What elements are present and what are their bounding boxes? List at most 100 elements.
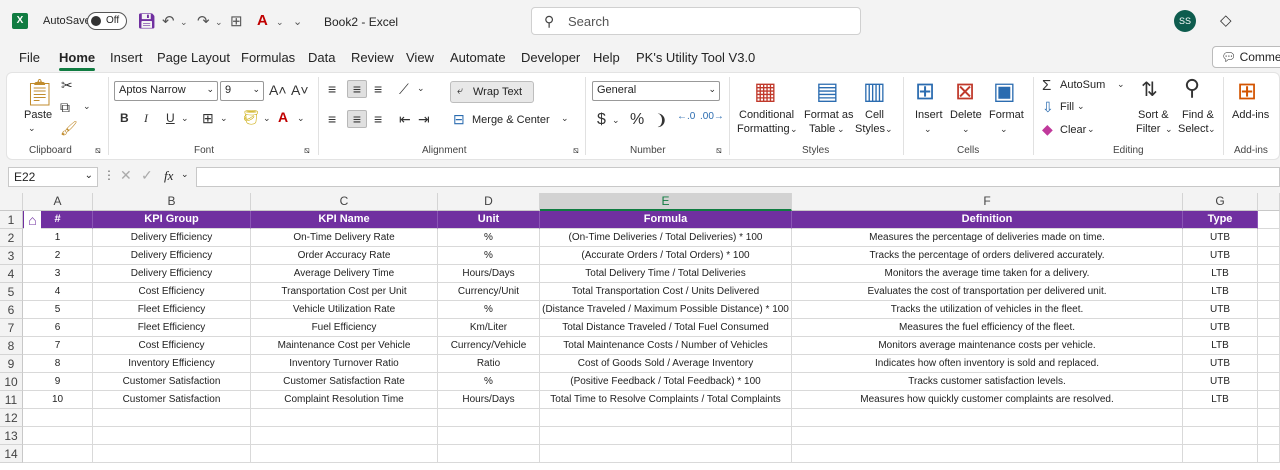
- cell-styles-icon[interactable]: ▥: [863, 77, 886, 106]
- worksheet-grid[interactable]: A B C D E F G 1 # KPI Group KPI Name Unit Formula Def…: [0, 193, 1280, 470]
- format-as-table-label-1[interactable]: Format as: [804, 109, 854, 121]
- more-options-icon[interactable]: ⋮: [103, 168, 115, 182]
- clear-icon[interactable]: ◆: [1042, 121, 1053, 138]
- conditional-formatting-label-1[interactable]: Conditional: [739, 109, 794, 121]
- table-cell[interactable]: Measures how quickly customer complaints…: [792, 391, 1183, 409]
- row-header-4[interactable]: 4: [0, 265, 23, 283]
- comments-button[interactable]: 💬︎ Commen: [1212, 46, 1280, 68]
- table-cell[interactable]: [1258, 445, 1280, 463]
- align-center-icon[interactable]: ≡: [347, 110, 367, 128]
- row-header-3[interactable]: 3: [0, 247, 23, 265]
- table-cell[interactable]: [1258, 265, 1280, 283]
- table-cell[interactable]: UTB: [1183, 319, 1258, 337]
- home-icon[interactable]: ⌂: [24, 211, 41, 229]
- table-cell[interactable]: Fuel Efficiency: [251, 319, 438, 337]
- table-cell[interactable]: [1258, 427, 1280, 445]
- table-cell[interactable]: [792, 445, 1183, 463]
- table-cell[interactable]: Cost of Goods Sold / Average Inventory: [540, 355, 792, 373]
- table-cell[interactable]: [23, 427, 93, 445]
- conditional-dropdown-icon[interactable]: ⌄: [790, 124, 798, 135]
- table-cell[interactable]: [438, 445, 540, 463]
- table-cell[interactable]: Total Distance Traveled / Total Fuel Con…: [540, 319, 792, 337]
- column-header-g[interactable]: G: [1183, 193, 1258, 211]
- table-cell[interactable]: 9: [23, 373, 93, 391]
- table-cell[interactable]: 1: [23, 229, 93, 247]
- tab-file[interactable]: File: [19, 50, 40, 65]
- row-header-1[interactable]: 1: [0, 211, 23, 229]
- table-cell[interactable]: LTB: [1183, 337, 1258, 355]
- tab-home[interactable]: Home: [59, 50, 96, 71]
- italic-button[interactable]: I: [144, 111, 148, 126]
- clear-dropdown-icon[interactable]: ⌄: [1087, 124, 1095, 135]
- table-cell[interactable]: Currency/Vehicle: [438, 337, 540, 355]
- table-cell[interactable]: Inventory Efficiency: [93, 355, 251, 373]
- table-cell[interactable]: Vehicle Utilization Rate: [251, 301, 438, 319]
- insert-dropdown-icon[interactable]: ⌄: [924, 124, 932, 135]
- row-header-7[interactable]: 7: [0, 319, 23, 337]
- table-header-cell[interactable]: Type: [1183, 211, 1258, 229]
- table-cell[interactable]: [251, 409, 438, 427]
- tab-formulas[interactable]: Formulas: [241, 50, 295, 65]
- table-cell[interactable]: Total Transportation Cost / Units Delive…: [540, 283, 792, 301]
- table-cell[interactable]: [251, 427, 438, 445]
- merge-dropdown-icon[interactable]: ⌄: [561, 113, 569, 124]
- find-select-label-2[interactable]: Select: [1178, 123, 1209, 135]
- table-cell[interactable]: 8: [23, 355, 93, 373]
- align-right-icon[interactable]: ≡: [374, 111, 382, 127]
- autosum-dropdown-icon[interactable]: ⌄: [1117, 79, 1125, 90]
- row-header-11[interactable]: 11: [0, 391, 23, 409]
- table-cell[interactable]: Cost Efficiency: [93, 337, 251, 355]
- column-header-extra[interactable]: [1258, 193, 1280, 211]
- table-cell[interactable]: UTB: [1183, 229, 1258, 247]
- font-launcher-icon[interactable]: ⧅: [304, 145, 310, 156]
- table-cell[interactable]: Monitors average maintenance costs per v…: [792, 337, 1183, 355]
- table-cell[interactable]: Customer Satisfaction Rate: [251, 373, 438, 391]
- undo-dropdown-icon[interactable]: ⌄: [180, 17, 188, 28]
- table-cell[interactable]: [1258, 337, 1280, 355]
- table-cell[interactable]: [438, 409, 540, 427]
- table-cell[interactable]: (Distance Traveled / Maximum Possible Di…: [540, 301, 792, 319]
- table-cell[interactable]: Delivery Efficiency: [93, 265, 251, 283]
- clear-label[interactable]: Clear: [1060, 124, 1086, 136]
- tab-automate[interactable]: Automate: [450, 50, 506, 65]
- row-header-6[interactable]: 6: [0, 301, 23, 319]
- row-header-12[interactable]: 12: [0, 409, 23, 427]
- table-cell[interactable]: Customer Satisfaction: [93, 391, 251, 409]
- table-header-cell[interactable]: Definition: [792, 211, 1183, 229]
- table-cell[interactable]: LTB: [1183, 283, 1258, 301]
- table-cell[interactable]: [1258, 355, 1280, 373]
- paste-dropdown-icon[interactable]: ⌄: [28, 123, 36, 134]
- format-as-table-label-2[interactable]: Table: [809, 123, 835, 135]
- table-cell[interactable]: %: [438, 247, 540, 265]
- table-cell[interactable]: [93, 427, 251, 445]
- search-box[interactable]: ⚲ Search: [531, 7, 861, 35]
- row-header-10[interactable]: 10: [0, 373, 23, 391]
- table-cell[interactable]: UTB: [1183, 301, 1258, 319]
- paste-label[interactable]: Paste: [24, 109, 52, 121]
- table-cell[interactable]: Total Maintenance Costs / Number of Vehi…: [540, 337, 792, 355]
- cancel-icon[interactable]: ✕: [120, 167, 132, 184]
- table-cell[interactable]: [1183, 409, 1258, 427]
- table-cell[interactable]: LTB: [1183, 391, 1258, 409]
- font-color-icon[interactable]: A: [257, 12, 268, 29]
- decrease-decimal-icon[interactable]: .00→: [700, 111, 724, 122]
- tab-view[interactable]: View: [406, 50, 434, 65]
- table-cell[interactable]: UTB: [1183, 247, 1258, 265]
- tab-help[interactable]: Help: [593, 50, 620, 65]
- table-cell[interactable]: [1258, 283, 1280, 301]
- add-ins-icon[interactable]: ⊞: [1237, 77, 1257, 106]
- table-cell[interactable]: LTB: [1183, 265, 1258, 283]
- wrap-text-button[interactable]: ⤶ Wrap Text: [450, 81, 534, 103]
- table-cell[interactable]: %: [438, 373, 540, 391]
- save-icon[interactable]: 💾︎: [137, 12, 156, 30]
- insert-function-button[interactable]: fx: [164, 168, 173, 184]
- sort-dropdown-icon[interactable]: ⌄: [1165, 124, 1173, 135]
- table-cell[interactable]: On-Time Delivery Rate: [251, 229, 438, 247]
- currency-button[interactable]: $: [597, 111, 606, 129]
- increase-font-size-icon[interactable]: A˄: [269, 82, 287, 98]
- comma-style-button[interactable]: ❩: [655, 111, 668, 129]
- table-cell[interactable]: Hours/Days: [438, 391, 540, 409]
- table-cell[interactable]: (Positive Feedback / Total Feedback) * 1…: [540, 373, 792, 391]
- fill-icon[interactable]: ⇩: [1042, 99, 1054, 116]
- borders-icon[interactable]: ⊞: [230, 12, 243, 30]
